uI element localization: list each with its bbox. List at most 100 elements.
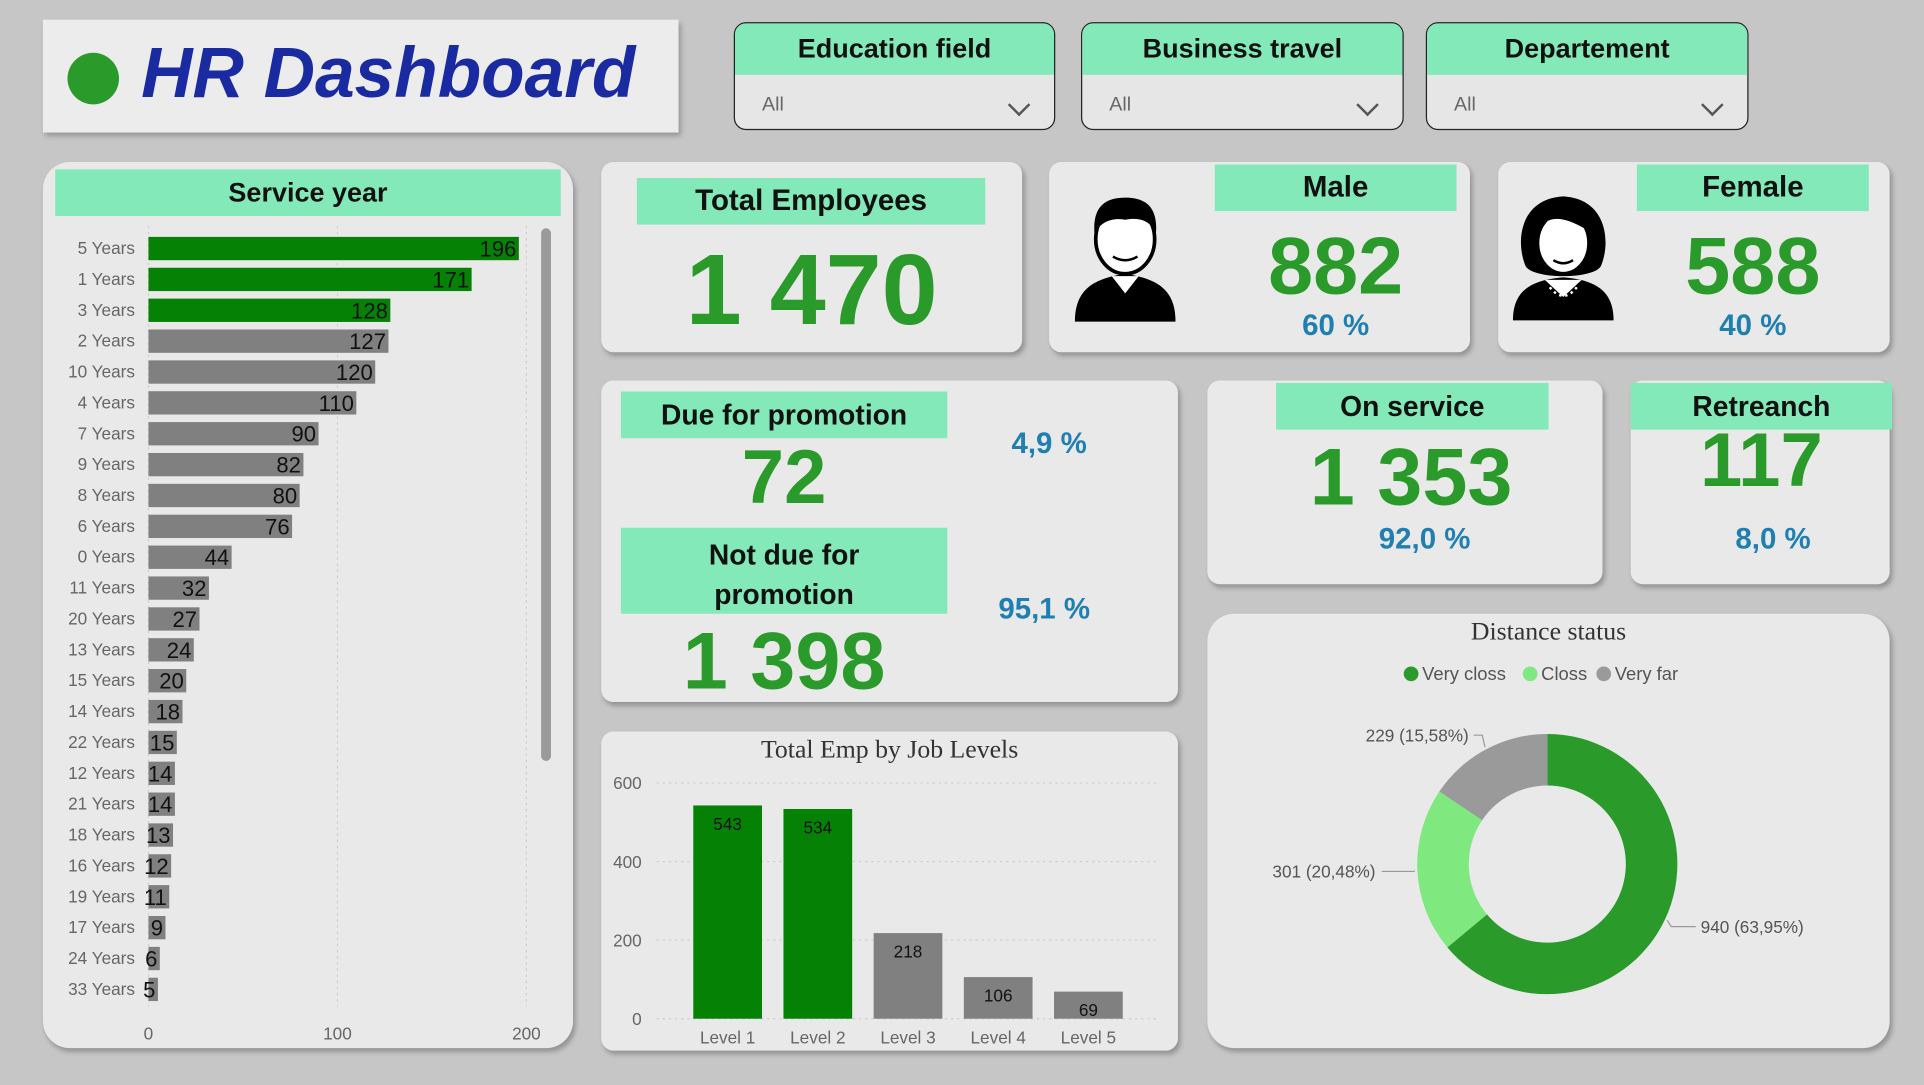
y-tick-label: 24 Years (68, 948, 135, 968)
male-person-icon (1074, 197, 1176, 322)
y-tick-label: 33 Years (68, 979, 135, 999)
y-tick-label: 22 Years (68, 732, 135, 752)
data-label: 5 (143, 977, 155, 1002)
filter-education-field[interactable]: Education field All (733, 22, 1056, 131)
legend-label: Very far (1615, 663, 1678, 684)
female-value: 588 (1685, 219, 1821, 311)
data-label: 82 (276, 453, 301, 478)
total-employees-value: 1 470 (685, 234, 938, 347)
x-tick-label: Level 3 (880, 1027, 935, 1047)
data-label: 14 (148, 761, 173, 786)
filter-departement[interactable]: Departement All (1425, 22, 1749, 131)
y-tick-label: 2 Years (78, 331, 135, 351)
on-service-label: On service (1276, 382, 1549, 430)
total-employees-card: Total Employees 1 470 (601, 162, 1023, 353)
filter-value: All (1454, 94, 1476, 116)
data-label: 127 (349, 329, 386, 354)
distance-status-chart: Very closs Closs Very far 940 (63,95%) 301 (… (1272, 663, 1804, 995)
data-label: 24 (167, 638, 192, 663)
retreanch-pct: 8,0 % (1735, 522, 1811, 557)
job-levels-chart: 0 200 400 600 543 Level 1 534 Level 2 218 Level 3… (613, 773, 1160, 1047)
data-label: 106 (984, 986, 1013, 1006)
leader-line (1473, 734, 1486, 748)
data-label: 196 (480, 237, 517, 262)
legend-marker (1403, 666, 1419, 682)
y-tick-label: 18 Years (68, 825, 135, 845)
data-label: 229 (15,58%) (1366, 725, 1469, 745)
data-label: 13 (146, 823, 171, 848)
page-title: HR Dashboard (141, 33, 636, 113)
data-label: 218 (894, 942, 923, 962)
distance-status-card: Distance status Very closs Closs Very far 9… (1207, 613, 1890, 1049)
data-label: 120 (336, 360, 373, 385)
filter-business-travel[interactable]: Business travel All (1081, 22, 1404, 131)
y-tick-label: 6 Years (78, 516, 135, 536)
on-service-card: On service 1 353 92,0 % (1207, 380, 1603, 585)
data-label: 80 (273, 483, 298, 508)
total-employees-label: Total Employees (636, 177, 986, 225)
status-dot-icon (67, 52, 120, 105)
y-tick-label: 12 Years (68, 763, 135, 783)
y-tick-label: 600 (613, 773, 642, 793)
data-label: 20 (159, 669, 184, 694)
leader-line (1666, 919, 1696, 928)
y-tick-label: 16 Years (68, 855, 135, 875)
legend-marker (1522, 666, 1538, 682)
on-service-pct: 92,0 % (1378, 522, 1471, 557)
service-year-chart: 0 100 200 5 Years 196 1 Years 171 3 Years 128 2 Y… (68, 225, 541, 1044)
x-tick-label: Level 5 (1061, 1027, 1116, 1047)
data-label: 12 (144, 854, 169, 879)
female-person-icon (1512, 196, 1614, 321)
y-tick-label: 21 Years (68, 794, 135, 814)
bar (783, 808, 853, 1019)
data-label: 534 (803, 818, 832, 838)
x-tick-label: Level 2 (790, 1027, 845, 1047)
data-label: 14 (148, 792, 173, 817)
legend-marker (1596, 666, 1612, 682)
retreanch-value: 117 (1700, 418, 1823, 504)
y-tick-label: 3 Years (78, 300, 135, 320)
legend-label: Closs (1541, 663, 1587, 684)
data-label: 76 (265, 514, 290, 539)
y-tick-label: 1 Years (78, 269, 135, 289)
y-tick-label: 0 Years (78, 547, 135, 567)
y-tick-label: 9 Years (78, 454, 135, 474)
not-due-promotion-pct: 95,1 % (998, 592, 1091, 626)
data-label: 15 (150, 730, 175, 755)
male-value: 882 (1268, 219, 1404, 311)
data-label: 9 (151, 916, 163, 941)
y-tick-label: 15 Years (68, 670, 135, 690)
legend-label: Very closs (1422, 663, 1506, 684)
job-levels-card: Total Emp by Job Levels 0 200 400 600 543 Lev… (601, 731, 1178, 1051)
x-tick-label: 0 (144, 1024, 154, 1044)
male-card: Male 882 60 % (1049, 162, 1470, 353)
data-label: 90 (292, 422, 317, 447)
data-label: 11 (144, 885, 167, 910)
y-tick-label: 14 Years (68, 701, 135, 721)
not-due-promotion-value: 1 398 (682, 614, 886, 706)
bar (693, 805, 762, 1019)
title-card: HR Dashboard (42, 19, 679, 133)
data-label: 171 (432, 267, 469, 292)
retreanch-card: Retreanch 117 8,0 % (1630, 380, 1893, 585)
filter-value: All (761, 94, 784, 116)
service-year-card: Service year 0 100 200 5 Years 196 1 Years 171… (42, 162, 574, 1049)
x-tick-label: 100 (323, 1024, 352, 1044)
due-promotion-pct: 4,9 % (1011, 427, 1087, 461)
data-label: 301 (20,48%) (1272, 862, 1375, 882)
y-tick-label: 0 (632, 1009, 642, 1029)
x-tick-label: Level 4 (971, 1027, 1027, 1047)
y-tick-label: 11 Years (69, 578, 135, 598)
scrollbar[interactable] (541, 228, 551, 761)
y-tick-label: 20 Years (68, 608, 135, 628)
data-label: 110 (319, 391, 354, 416)
female-pct: 40 % (1719, 309, 1787, 343)
data-label: 128 (351, 298, 388, 323)
male-pct: 60 % (1302, 309, 1370, 343)
y-tick-label: 400 (613, 852, 642, 872)
y-tick-label: 13 Years (68, 639, 135, 659)
filter-label: Education field (734, 23, 1055, 75)
y-tick-label: 200 (613, 930, 642, 950)
leader-line (1381, 870, 1416, 873)
y-tick-label: 7 Years (78, 423, 135, 443)
